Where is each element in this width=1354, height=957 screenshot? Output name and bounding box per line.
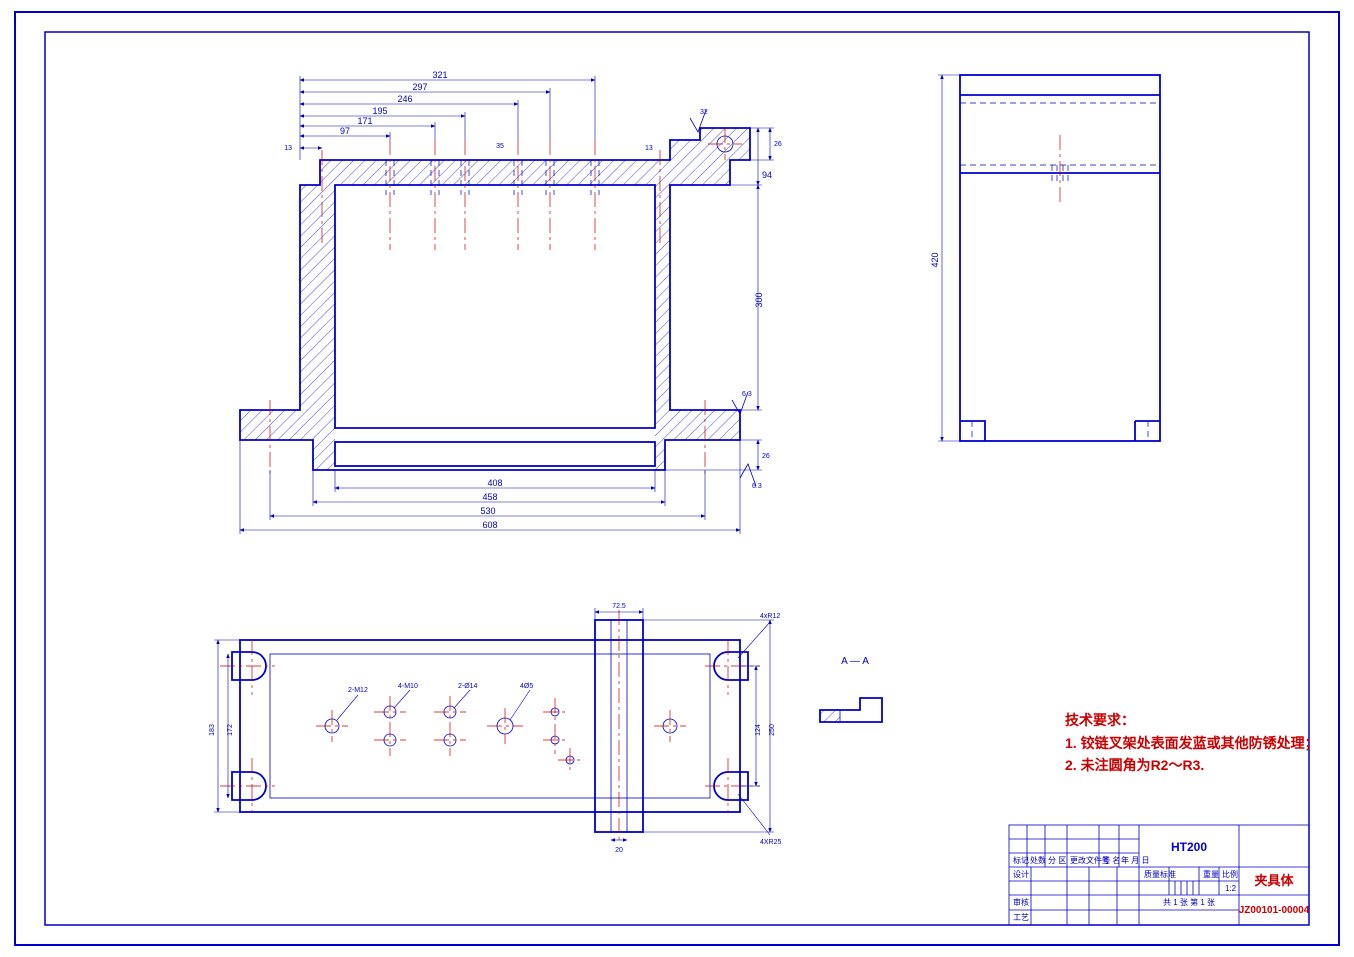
- tech-requirements: 技术要求： 1. 铰链叉架处表面发蓝或其他防锈处理； 2. 未注圆角为R2～R3…: [1065, 712, 1319, 773]
- callout-2d14: 2-Ø14: [458, 683, 478, 690]
- side-view: 420: [930, 75, 1160, 441]
- surf-finish-bottom: 6.3: [740, 464, 762, 490]
- dim-172: 172: [227, 724, 234, 736]
- dim-250: 250: [769, 724, 776, 736]
- dim-408: 408: [487, 478, 502, 488]
- dim-26t: 26: [774, 141, 782, 148]
- tech-req-line1: 1. 铰链叉架处表面发蓝或其他防锈处理；: [1065, 735, 1319, 752]
- dim-297: 297: [412, 82, 427, 92]
- front-view: 321 297 246 195 171 97 13 35 13 26 94 30…: [240, 70, 782, 534]
- tb-h3: 分 区: [1048, 856, 1066, 865]
- section-label: A — A: [841, 656, 869, 667]
- dim-300: 300: [754, 292, 764, 307]
- surf-32: 32: [700, 109, 708, 116]
- dim-458: 458: [482, 492, 497, 502]
- dim-26b: 26: [762, 453, 770, 460]
- title-block: 标记 处数 分 区 更改文件号 签 名 年 月 日 设计 审核 工艺 质量标准 …: [1009, 825, 1310, 925]
- top-view: 2-M12 4-M10 2-Ø14 4Ø5 4xR12 4XR25 72.5 2…: [209, 603, 782, 854]
- top-dimension-stack: 321 297 246 195 171 97 13 35 13: [284, 70, 653, 160]
- dim-171: 171: [357, 116, 372, 126]
- dim-20: 20: [615, 847, 623, 854]
- callout-4d5: 4Ø5: [520, 683, 533, 690]
- dim-183: 183: [209, 724, 216, 736]
- tb-c2: 重量: [1203, 869, 1219, 879]
- tb-sheet: 共 1 张 第 1 张: [1163, 897, 1215, 907]
- tb-r1: 设计: [1013, 869, 1029, 879]
- tb-h2: 处数: [1030, 855, 1046, 865]
- tb-c1: 质量标准: [1144, 869, 1176, 879]
- tb-part-name: 夹具体: [1254, 873, 1294, 888]
- dim-35: 35: [496, 143, 504, 150]
- tb-r3: 工艺: [1013, 913, 1029, 922]
- dim-94: 94: [762, 170, 772, 180]
- surf-63: 6.3: [742, 391, 752, 398]
- tb-h1: 标记: [1013, 855, 1029, 865]
- dim-530: 530: [480, 506, 495, 516]
- section-aa: A — A: [820, 656, 882, 722]
- dim-725: 72.5: [612, 603, 626, 610]
- tb-h5: 签 名: [1102, 855, 1120, 865]
- dim-13: 13: [284, 145, 292, 152]
- surf-63b: 6.3: [752, 483, 762, 490]
- tb-r2: 审核: [1013, 897, 1029, 907]
- callout-4r25: 4XR25: [760, 839, 782, 846]
- tb-material: HT200: [1171, 840, 1207, 854]
- callout-4m10: 4-M10: [398, 683, 418, 690]
- callout-4r12: 4xR12: [760, 613, 780, 620]
- tb-drawing-no: JZ00101-00004: [1239, 905, 1310, 916]
- dim-246: 246: [397, 94, 412, 104]
- dim-608: 608: [482, 520, 497, 530]
- callout-2m12: 2-M12: [348, 687, 368, 694]
- dim-321: 321: [432, 70, 447, 80]
- tb-c3: 比例: [1222, 869, 1238, 879]
- dim-13r: 13: [645, 145, 653, 152]
- tb-scale: 1:2: [1225, 884, 1237, 893]
- dim-124: 124: [755, 724, 762, 736]
- tech-req-title: 技术要求：: [1065, 712, 1135, 728]
- drawing-sheet: 321 297 246 195 171 97 13 35 13 26 94 30…: [0, 0, 1354, 957]
- cad-canvas: 321 297 246 195 171 97 13 35 13 26 94 30…: [0, 0, 1354, 957]
- holes: [316, 696, 686, 772]
- dim-195: 195: [372, 106, 387, 116]
- tech-req-line2: 2. 未注圆角为R2～R3.: [1065, 757, 1204, 773]
- dim-420: 420: [930, 252, 940, 267]
- dim-97: 97: [340, 126, 350, 136]
- tb-h6: 年 月 日: [1121, 855, 1149, 865]
